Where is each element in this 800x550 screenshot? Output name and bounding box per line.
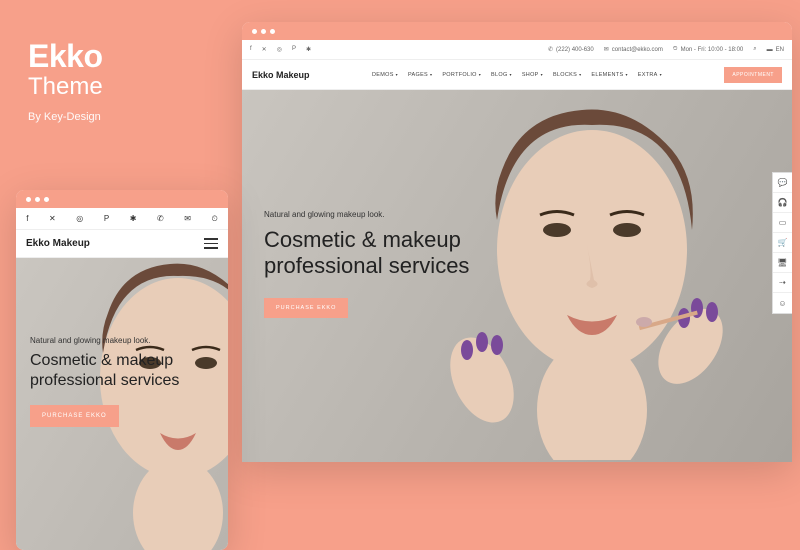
mobile-nav: Ekko Makeup bbox=[16, 230, 228, 258]
mail-icon[interactable]: ✉ bbox=[184, 214, 191, 223]
instagram-icon[interactable]: ◎ bbox=[277, 46, 282, 53]
chevron-down-icon: ▾ bbox=[541, 72, 543, 77]
hero-content: Natural and glowing makeup look. Cosmeti… bbox=[264, 210, 469, 318]
phone-icon: ✆ bbox=[548, 46, 553, 53]
browser-chrome bbox=[242, 22, 792, 40]
clock-icon: ⏲ bbox=[673, 46, 678, 53]
mobile-hero: Natural and glowing makeup look. Cosmeti… bbox=[16, 258, 228, 550]
site-logo[interactable]: Ekko Makeup bbox=[26, 238, 90, 249]
window-dot bbox=[44, 197, 49, 202]
promo-subtitle: Theme bbox=[28, 73, 103, 101]
nav-item-extra[interactable]: EXTRA▾ bbox=[638, 72, 662, 78]
hours: ⏲Mon - Fri: 10:00 - 18:00 bbox=[673, 46, 743, 53]
chevron-down-icon: ▾ bbox=[430, 72, 432, 77]
purchase-button[interactable]: PURCHASE EKKO bbox=[264, 298, 348, 318]
mobile-topbar: f ✕ ◎ P ✱ ✆ ✉ ⏲ bbox=[16, 208, 228, 230]
promo-header: Ekko Theme By Key-Design bbox=[28, 38, 103, 123]
window-dot bbox=[261, 29, 266, 34]
hamburger-menu-icon[interactable] bbox=[204, 238, 218, 249]
appointment-button[interactable]: APPOINTMENT bbox=[724, 67, 782, 83]
chevron-down-icon: ▾ bbox=[660, 72, 662, 77]
chevron-down-icon: ▾ bbox=[396, 72, 398, 77]
window-dot bbox=[26, 197, 31, 202]
hero-section: Natural and glowing makeup look. Cosmeti… bbox=[242, 90, 792, 462]
purchase-button[interactable]: PURCHASE EKKO bbox=[30, 405, 119, 427]
nav-menu: DEMOS▾ PAGES▾ PORTFOLIO▾ BLOG▾ SHOP▾ BLO… bbox=[310, 72, 725, 78]
hero-eyebrow: Natural and glowing makeup look. bbox=[30, 336, 214, 345]
facebook-icon[interactable]: f bbox=[26, 214, 28, 223]
email[interactable]: ✉contact@ekko.com bbox=[604, 46, 663, 53]
hero-image bbox=[432, 100, 772, 460]
headset-icon[interactable]: 🎧 bbox=[773, 193, 792, 213]
desktop-icon[interactable]: 🖥 bbox=[773, 253, 792, 273]
book-icon[interactable]: ▭ bbox=[773, 213, 792, 233]
pinterest-icon[interactable]: P bbox=[292, 46, 296, 53]
facebook-icon[interactable]: f bbox=[250, 46, 252, 53]
window-dot bbox=[35, 197, 40, 202]
twitter-icon[interactable]: ✕ bbox=[49, 214, 56, 223]
nav-item-shop[interactable]: SHOP▾ bbox=[522, 72, 543, 78]
hero-headline: Cosmetic & makeup professional services bbox=[30, 351, 214, 391]
clock-icon[interactable]: ⏲ bbox=[211, 214, 217, 224]
window-dot bbox=[270, 29, 275, 34]
main-nav: Ekko Makeup DEMOS▾ PAGES▾ PORTFOLIO▾ BLO… bbox=[242, 60, 792, 90]
share-icon[interactable]: ⇢ bbox=[773, 273, 792, 293]
mobile-preview: f ✕ ◎ P ✱ ✆ ✉ ⏲ Ekko Makeup Natu bbox=[16, 190, 228, 550]
mail-icon: ✉ bbox=[604, 46, 609, 53]
topbar: f ✕ ◎ P ✱ ✆(222) 400-630 ✉contact@ekko.c… bbox=[242, 40, 792, 60]
promo-byline: By Key-Design bbox=[28, 111, 103, 123]
chevron-down-icon: ▾ bbox=[479, 72, 481, 77]
hero-headline: Cosmetic & makeup professional services bbox=[264, 227, 469, 280]
instagram-icon[interactable]: ◎ bbox=[76, 214, 83, 223]
window-dot bbox=[252, 29, 257, 34]
cart-icon[interactable]: 🛒 bbox=[773, 233, 792, 253]
chat-icon[interactable]: 💬 bbox=[773, 173, 792, 193]
nav-item-blocks[interactable]: BLOCKS▾ bbox=[553, 72, 581, 78]
nav-item-demos[interactable]: DEMOS▾ bbox=[372, 72, 398, 78]
site-logo[interactable]: Ekko Makeup bbox=[252, 70, 310, 80]
lang-switch[interactable]: ▬EN bbox=[767, 47, 784, 53]
nav-item-pages[interactable]: PAGES▾ bbox=[408, 72, 432, 78]
desktop-preview: f ✕ ◎ P ✱ ✆(222) 400-630 ✉contact@ekko.c… bbox=[242, 22, 792, 462]
promo-title: Ekko bbox=[28, 38, 103, 75]
phone-icon[interactable]: ✆ bbox=[157, 214, 164, 223]
search-icon[interactable]: ⌕ bbox=[753, 46, 756, 53]
user-icon[interactable]: ☺ bbox=[773, 293, 792, 313]
flag-icon: ▬ bbox=[767, 47, 773, 53]
chevron-down-icon: ▾ bbox=[510, 72, 512, 77]
chevron-down-icon: ▾ bbox=[579, 72, 581, 77]
twitter-icon[interactable]: ✕ bbox=[262, 46, 267, 53]
nav-item-elements[interactable]: ELEMENTS▾ bbox=[591, 72, 627, 78]
browser-chrome bbox=[16, 190, 228, 208]
yelp-icon[interactable]: ✱ bbox=[306, 46, 311, 53]
mobile-hero-content: Natural and glowing makeup look. Cosmeti… bbox=[30, 336, 214, 427]
chevron-down-icon: ▾ bbox=[625, 72, 627, 77]
yelp-icon[interactable]: ✱ bbox=[130, 214, 137, 223]
nav-item-portfolio[interactable]: PORTFOLIO▾ bbox=[442, 72, 481, 78]
pinterest-icon[interactable]: P bbox=[104, 214, 109, 223]
phone[interactable]: ✆(222) 400-630 bbox=[548, 46, 594, 53]
nav-item-blog[interactable]: BLOG▾ bbox=[491, 72, 512, 78]
side-widget: 💬 🎧 ▭ 🛒 🖥 ⇢ ☺ bbox=[772, 172, 792, 314]
topbar-info: ✆(222) 400-630 ✉contact@ekko.com ⏲Mon - … bbox=[548, 46, 784, 53]
social-links: f ✕ ◎ P ✱ bbox=[250, 46, 311, 53]
hero-eyebrow: Natural and glowing makeup look. bbox=[264, 210, 469, 219]
